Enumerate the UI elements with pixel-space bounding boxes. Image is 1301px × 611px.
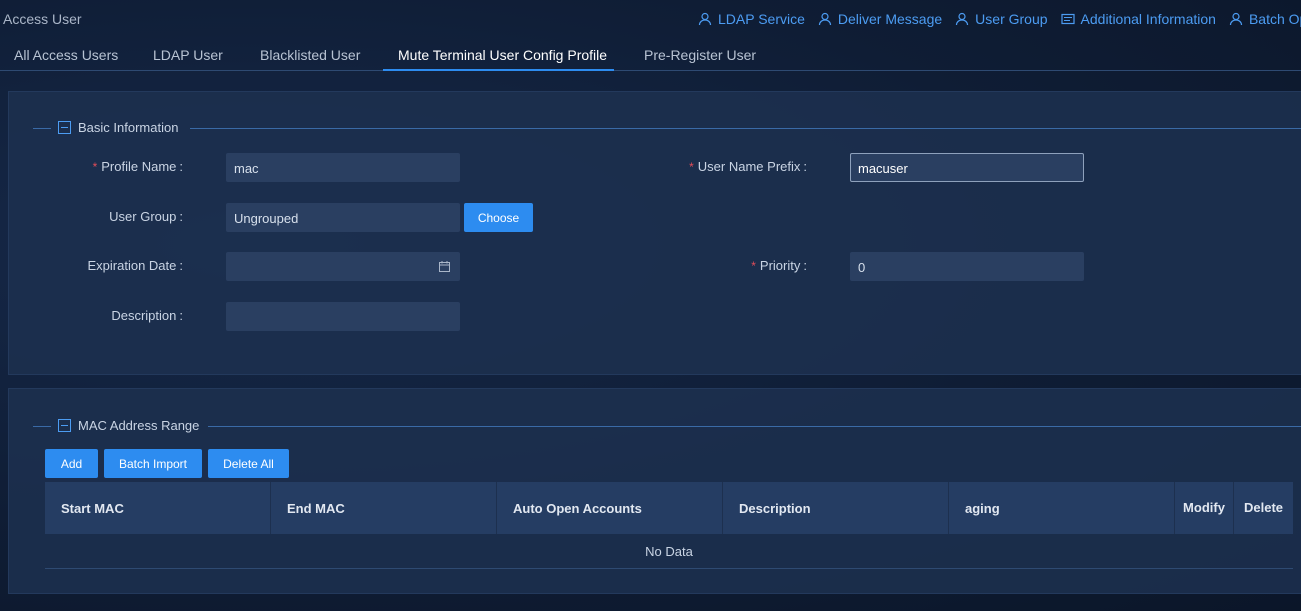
- user-group-field-label: User Group:: [109, 209, 183, 224]
- deliver-message-link[interactable]: Deliver Message: [818, 11, 942, 27]
- priority-label: * Priority:: [751, 258, 807, 273]
- choose-button[interactable]: Choose: [464, 203, 533, 232]
- description-label: Description:: [111, 308, 183, 323]
- user-name-prefix-label: * User Name Prefix:: [689, 159, 807, 174]
- calendar-icon[interactable]: [439, 261, 450, 272]
- tab-pre-register-user[interactable]: Pre-Register User: [644, 47, 756, 63]
- profile-name-input[interactable]: mac: [226, 153, 460, 182]
- profile-name-label: * Profile Name:: [92, 159, 183, 174]
- tab-mute-terminal-user-config-profile[interactable]: Mute Terminal User Config Profile: [398, 47, 607, 63]
- user-group-input[interactable]: Ungrouped: [226, 203, 460, 232]
- user-icon: [818, 12, 832, 26]
- list-card-icon: [1060, 13, 1075, 25]
- table-header: Start MAC End MAC Auto Open Accounts Des…: [45, 482, 1293, 534]
- batch-import-button[interactable]: Batch Import: [104, 449, 202, 478]
- top-bar: Access User LDAP Service Deliver Message…: [0, 0, 1301, 38]
- empty-table-row: No Data: [45, 534, 1293, 569]
- active-tab-indicator: [383, 69, 614, 71]
- column-header-end-mac: End MAC: [271, 482, 497, 534]
- basic-information-header: Basic Information: [33, 118, 1301, 138]
- required-marker: *: [689, 160, 694, 174]
- description-input[interactable]: [226, 302, 460, 331]
- ldap-service-link[interactable]: LDAP Service: [698, 11, 805, 27]
- column-header-start-mac: Start MAC: [45, 482, 271, 534]
- collapse-icon[interactable]: [58, 419, 71, 432]
- required-marker: *: [751, 259, 756, 273]
- column-header-modify: Modify: [1175, 482, 1234, 534]
- additional-information-link[interactable]: Additional Information: [1060, 11, 1216, 27]
- column-header-delete: Delete: [1243, 500, 1284, 515]
- user-group-link[interactable]: User Group: [955, 11, 1048, 27]
- user-group-label: User Group: [975, 11, 1048, 27]
- top-links: LDAP Service Deliver Message User Group …: [698, 11, 1301, 27]
- column-header-aging: aging: [949, 482, 1175, 534]
- section-title: MAC Address Range: [78, 418, 200, 433]
- tab-ldap-user[interactable]: LDAP User: [153, 47, 223, 63]
- tab-bar: All Access Users LDAP User Blacklisted U…: [0, 38, 1301, 71]
- deliver-message-label: Deliver Message: [837, 11, 943, 27]
- user-name-prefix-input[interactable]: macuser: [850, 153, 1084, 182]
- column-header-auto-open-accounts: Auto Open Accounts: [497, 482, 723, 534]
- column-header-description: Description: [723, 482, 949, 534]
- add-button[interactable]: Add: [45, 449, 98, 478]
- batch-operation-label: Batch Oper: [1248, 11, 1301, 27]
- priority-input[interactable]: 0: [850, 252, 1084, 281]
- app-title: Access User: [3, 11, 82, 27]
- required-marker: *: [92, 160, 98, 174]
- tab-blacklisted-user[interactable]: Blacklisted User: [260, 47, 360, 63]
- basic-information-panel: Basic Information * Profile Name: mac * Us…: [8, 91, 1301, 375]
- section-title: Basic Information: [78, 120, 179, 135]
- batch-operation-link[interactable]: Batch Oper: [1229, 11, 1301, 27]
- mac-address-range-panel: MAC Address Range Add Batch Import Delet…: [8, 388, 1301, 594]
- expiration-date-label: Expiration Date:: [87, 258, 183, 273]
- tab-all-access-users[interactable]: All Access Users: [14, 47, 118, 63]
- additional-information-label: Additional Information: [1080, 11, 1216, 27]
- user-icon: [1229, 12, 1243, 26]
- delete-all-button[interactable]: Delete All: [208, 449, 289, 478]
- user-icon: [698, 12, 712, 26]
- expiration-date-input[interactable]: [226, 252, 460, 281]
- ldap-service-label: LDAP Service: [718, 11, 805, 27]
- user-icon: [956, 12, 969, 26]
- collapse-icon[interactable]: [58, 121, 71, 134]
- mac-address-range-header: MAC Address Range: [33, 416, 1301, 436]
